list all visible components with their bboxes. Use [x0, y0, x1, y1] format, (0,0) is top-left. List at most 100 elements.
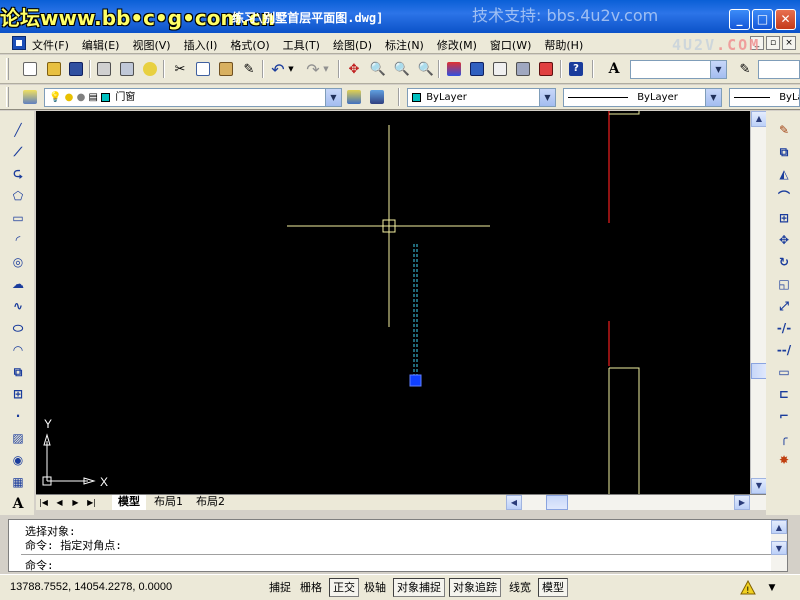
spline-icon[interactable]: ∿ [9, 297, 27, 315]
stretch-icon[interactable]: ⤢ [775, 297, 793, 315]
menu-draw[interactable]: 绘图(D) [333, 37, 372, 53]
extend-icon[interactable]: --/ [775, 341, 793, 359]
menu-file[interactable]: 文件(F) [32, 37, 69, 53]
chevron-down-icon[interactable]: ▼ [325, 89, 341, 106]
menu-insert[interactable]: 插入(I) [184, 37, 218, 53]
scale-icon[interactable]: ◱ [775, 275, 793, 293]
scroll-down-icon[interactable]: ▼ [751, 478, 767, 494]
zoom-previous-icon[interactable]: 🔍 [416, 59, 436, 79]
menu-view[interactable]: 视图(V) [132, 37, 170, 53]
paste-icon[interactable] [216, 59, 236, 79]
polar-toggle[interactable]: 极轴 [360, 578, 390, 597]
menu-format[interactable]: 格式(O) [230, 37, 269, 53]
chevron-down-icon[interactable]: ▼ [710, 61, 726, 78]
region-icon[interactable]: ◉ [9, 451, 27, 469]
make-block-icon[interactable]: ⊞ [9, 385, 27, 403]
dim-style-select[interactable] [758, 60, 800, 79]
text-style-select[interactable]: ▼ [630, 60, 727, 79]
tab-next-icon[interactable]: ▶ [70, 496, 81, 509]
tool-palettes-icon[interactable] [490, 59, 510, 79]
autocad-app-icon[interactable] [12, 36, 26, 50]
help-icon[interactable]: ? [566, 59, 586, 79]
minimize-button[interactable]: _ [729, 9, 750, 30]
tab-first-icon[interactable]: |◀ [38, 496, 49, 509]
match-properties-icon[interactable]: ✎ [239, 59, 259, 79]
redo-icon[interactable]: ↷ [303, 59, 323, 79]
vertical-scroll-thumb[interactable] [751, 363, 767, 379]
rectangle-icon[interactable]: ▭ [9, 209, 27, 227]
zoom-realtime-icon[interactable]: 🔍 [368, 59, 388, 79]
lineweight-select[interactable]: ByLa [729, 88, 800, 107]
dim-style-icon[interactable]: ✎ [735, 59, 755, 79]
maximize-button[interactable]: □ [752, 9, 773, 30]
snap-toggle[interactable]: 捕捉 [265, 578, 295, 597]
make-current-layer-icon[interactable] [344, 87, 364, 107]
fillet-icon[interactable]: ╭ [775, 429, 793, 447]
polygon-icon[interactable]: ⬠ [9, 187, 27, 205]
break-at-point-icon[interactable]: ▭ [775, 363, 793, 381]
drawing-area[interactable]: Y X [36, 111, 750, 494]
open-file-icon[interactable] [44, 59, 64, 79]
command-scrollbar[interactable]: ▲ ▼ [771, 520, 787, 571]
toolbar-grip[interactable] [6, 58, 9, 80]
move-icon[interactable]: ✥ [775, 231, 793, 249]
drawing-svg[interactable]: Y X [36, 111, 750, 494]
tab-layout1[interactable]: 布局1 [148, 495, 189, 510]
print-icon[interactable] [94, 59, 114, 79]
ellipse-arc-icon[interactable]: ◠ [9, 341, 27, 359]
multiline-text-icon[interactable]: A [9, 495, 27, 513]
arc-icon[interactable]: ◜ [9, 231, 27, 249]
menu-modify[interactable]: 修改(M) [437, 37, 477, 53]
print-preview-icon[interactable] [117, 59, 137, 79]
lineweight-toggle[interactable]: 线宽 [505, 578, 535, 597]
chevron-down-icon[interactable]: ▼ [705, 89, 721, 106]
menu-help[interactable]: 帮助(H) [544, 37, 583, 53]
communication-center-icon[interactable]: ! [740, 579, 756, 596]
redo-dropdown-icon[interactable]: ▼ [321, 59, 331, 79]
array-icon[interactable]: ⊞ [775, 209, 793, 227]
chamfer-icon[interactable]: ⌐ [775, 407, 793, 425]
grip-handle[interactable] [409, 374, 422, 387]
trim-icon[interactable]: -/- [775, 319, 793, 337]
scroll-up-icon[interactable]: ▲ [751, 111, 767, 127]
design-center-icon[interactable] [467, 59, 487, 79]
sheet-set-icon[interactable] [513, 59, 533, 79]
doc-restore-icon[interactable]: ▫ [766, 36, 780, 50]
mirror-icon[interactable]: ◭ [775, 165, 793, 183]
osnap-toggle[interactable]: 对象捕捉 [393, 578, 445, 597]
status-menu-icon[interactable]: ▼ [764, 580, 780, 596]
menu-window[interactable]: 窗口(W) [490, 37, 531, 53]
toolbar-grip[interactable] [6, 87, 9, 107]
color-select[interactable]: ByLayer ▼ [407, 88, 556, 107]
circle-icon[interactable]: ◎ [9, 253, 27, 271]
rotate-icon[interactable]: ↻ [775, 253, 793, 271]
undo-dropdown-icon[interactable]: ▼ [286, 59, 296, 79]
construction-line-icon[interactable]: ⟋ [9, 143, 27, 161]
offset-icon[interactable]: ⌒ [775, 187, 793, 205]
linetype-select[interactable]: ByLayer ▼ [563, 88, 722, 107]
revision-cloud-icon[interactable]: ☁ [9, 275, 27, 293]
tab-prev-icon[interactable]: ◀ [54, 496, 65, 509]
explode-icon[interactable]: ✸ [775, 451, 793, 469]
coordinate-readout[interactable]: 13788.7552, 14054.2278, 0.0000 [10, 581, 172, 593]
break-icon[interactable]: ⊏ [775, 385, 793, 403]
menu-edit[interactable]: 编辑(E) [82, 37, 120, 53]
table-icon[interactable]: ▦ [9, 473, 27, 491]
copy-object-icon[interactable]: ⧉ [775, 143, 793, 161]
horizontal-scroll-thumb[interactable] [546, 495, 568, 510]
ellipse-icon[interactable]: ⬭ [9, 319, 27, 337]
line-icon[interactable]: ╱ [9, 121, 27, 139]
layer-previous-icon[interactable] [367, 87, 387, 107]
ortho-toggle[interactable]: 正交 [329, 578, 359, 597]
title-bar[interactable]: 论坛www.bb•c•g•com.cn 练习\别墅首层平面图.dwg] 技术支持… [0, 0, 800, 33]
undo-icon[interactable]: ↶ [268, 59, 288, 79]
scroll-up-icon[interactable]: ▲ [771, 520, 787, 534]
properties-icon[interactable] [444, 59, 464, 79]
vertical-scrollbar[interactable]: ▲ ▼ [750, 111, 767, 494]
publish-icon[interactable] [140, 59, 160, 79]
menu-dimension[interactable]: 标注(N) [385, 37, 424, 53]
text-style-icon[interactable]: A [604, 59, 624, 79]
horizontal-scrollbar[interactable]: ◀ ▶ [506, 495, 766, 510]
command-window[interactable]: 选择对象: 命令: 指定对角点: 命令: ▲ ▼ [8, 519, 788, 572]
tab-model[interactable]: 模型 [112, 495, 146, 510]
